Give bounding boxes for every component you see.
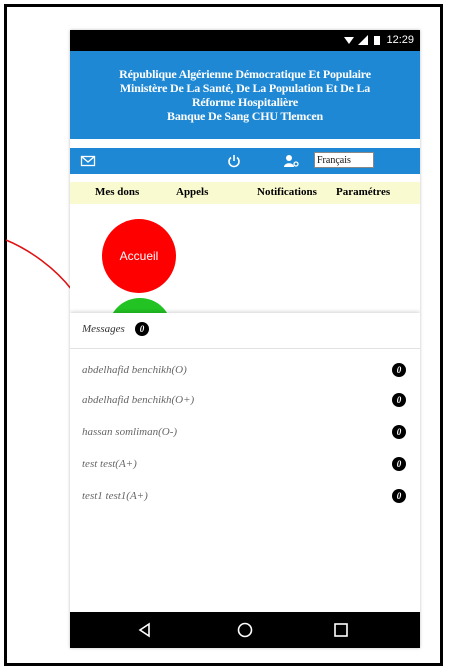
messages-title: Messages bbox=[82, 323, 125, 335]
back-icon[interactable] bbox=[135, 620, 155, 640]
tab-appels[interactable]: Appels bbox=[176, 186, 208, 198]
toolbar: Français bbox=[70, 148, 420, 174]
message-count-badge: 0 bbox=[392, 489, 406, 503]
language-select[interactable]: Français bbox=[314, 152, 374, 168]
clock: 12:29 bbox=[386, 34, 414, 46]
home-icon[interactable] bbox=[235, 620, 255, 640]
header-line-4: Banque De Sang CHU Tlemcen bbox=[167, 109, 323, 123]
message-sender: abdelhafid benchikh(O+) bbox=[82, 394, 195, 406]
message-row[interactable]: abdelhafid benchikh(O+) 0 bbox=[70, 388, 420, 412]
mail-icon[interactable] bbox=[80, 153, 96, 169]
header-line-3: Réforme Hospitalière bbox=[191, 95, 299, 109]
tab-parametres[interactable]: Paramétres bbox=[336, 186, 390, 198]
messages-header: Messages 0 bbox=[70, 313, 420, 349]
signal-icon bbox=[358, 35, 369, 45]
tab-bar: Mes dons Appels Notifications Paramétres bbox=[70, 182, 420, 204]
app-header: République Algérienne Démocratique Et Po… bbox=[70, 51, 420, 139]
wifi-icon bbox=[344, 37, 355, 44]
accueil-button[interactable]: Accueil bbox=[102, 219, 176, 293]
message-sender: abdelhafid benchikh(O) bbox=[82, 364, 187, 376]
message-count-badge: 0 bbox=[392, 425, 406, 439]
header-line-1: République Algérienne Démocratique Et Po… bbox=[119, 67, 371, 81]
message-row[interactable]: test1 test1(A+) 0 bbox=[70, 484, 420, 508]
message-sender: test test(A+) bbox=[82, 458, 137, 470]
tab-notifications[interactable]: Notifications bbox=[257, 186, 317, 198]
battery-icon bbox=[374, 36, 381, 45]
tab-mes-dons[interactable]: Mes dons bbox=[95, 186, 139, 198]
recents-icon[interactable] bbox=[331, 620, 351, 640]
phone-screen: 12:29 République Algérienne Démocratique… bbox=[70, 30, 420, 648]
user-settings-icon[interactable] bbox=[283, 153, 299, 169]
message-sender: hassan somliman(O-) bbox=[82, 426, 178, 438]
header-line-2: Ministère De La Santé, De La Population … bbox=[119, 81, 371, 95]
messages-panel: Messages 0 abdelhafid benchikh(O) 0 abde… bbox=[70, 313, 420, 612]
message-sender: test1 test1(A+) bbox=[82, 490, 148, 502]
messages-count-badge: 0 bbox=[135, 322, 149, 336]
message-count-badge: 0 bbox=[392, 363, 406, 377]
message-count-badge: 0 bbox=[392, 457, 406, 471]
status-bar: 12:29 bbox=[70, 30, 420, 51]
message-count-badge: 0 bbox=[392, 393, 406, 407]
message-row[interactable]: hassan somliman(O-) 0 bbox=[70, 420, 420, 444]
android-nav-bar bbox=[70, 612, 420, 648]
message-row[interactable]: test test(A+) 0 bbox=[70, 452, 420, 476]
power-icon[interactable] bbox=[226, 153, 242, 169]
message-row[interactable]: abdelhafid benchikh(O) 0 bbox=[70, 358, 420, 382]
